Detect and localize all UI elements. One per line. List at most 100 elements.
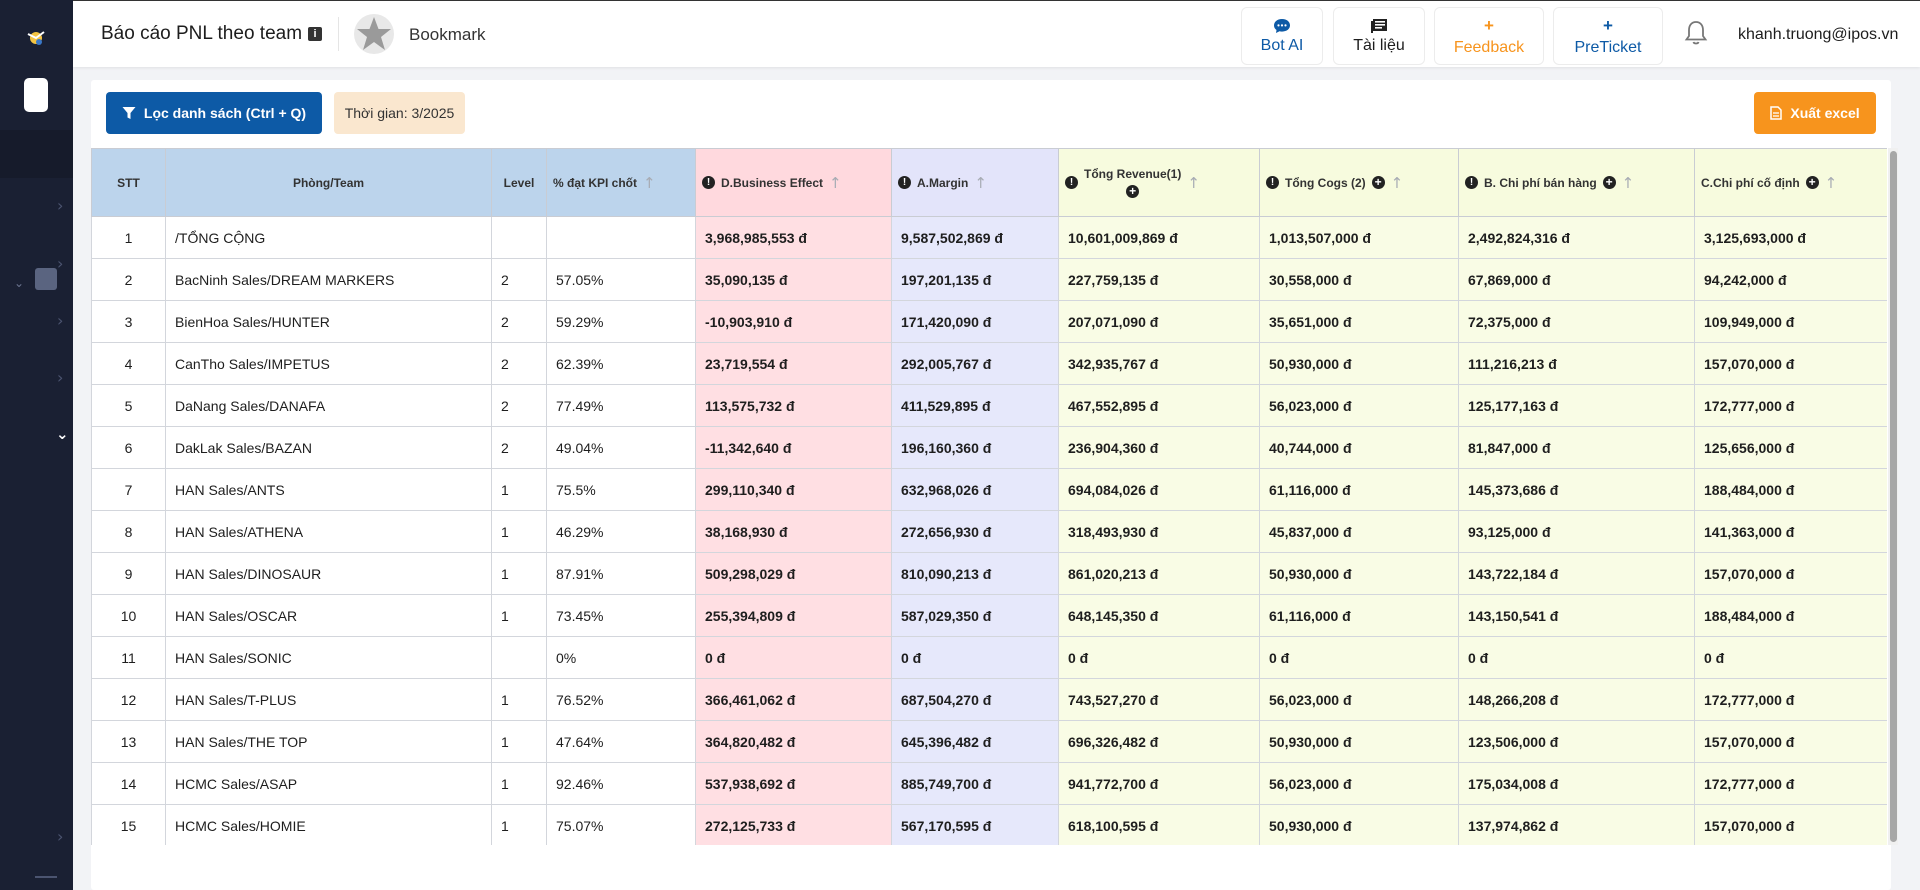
- col-label: Level: [503, 175, 535, 190]
- bot-ai-label: Bot AI: [1260, 36, 1304, 54]
- col-header-kpi[interactable]: % đạt KPI chốt ↑: [546, 148, 696, 217]
- cell-stt: 9: [91, 552, 166, 595]
- chevron-right-icon[interactable]: ›: [57, 311, 63, 330]
- chevron-right-icon[interactable]: ›: [57, 196, 63, 215]
- cell-fixed-cost: 188,484,000 đ: [1694, 594, 1887, 637]
- expand-plus-icon[interactable]: +: [1126, 185, 1140, 198]
- expand-plus-icon[interactable]: +: [1371, 176, 1385, 189]
- table-row[interactable]: 5 DaNang Sales/DANAFA 2 77.49% 113,575,732 đ…: [91, 384, 1887, 427]
- export-label: Xuất excel: [1790, 105, 1860, 121]
- chevron-right-icon[interactable]: ›: [57, 827, 63, 846]
- table-row[interactable]: 10 HAN Sales/OSCAR 1 73.45% 255,394,809 đ 587…: [91, 594, 1887, 637]
- cell-kpi: [546, 216, 696, 259]
- table-body: 1/TỔNG CỘNG 3,968,985,553 đ 9,587,502,869 …: [91, 216, 1887, 845]
- cell-team: HCMC Sales/ASAP: [165, 762, 492, 805]
- cell-business-effect: 3,968,985,553 đ: [695, 216, 892, 259]
- plus-icon: +: [1484, 15, 1494, 35]
- table-row[interactable]: 1/TỔNG CỘNG 3,968,985,553 đ 9,587,502,869 …: [91, 216, 1887, 259]
- sidebar-active-item[interactable]: [24, 78, 48, 112]
- preticket-button[interactable]: + PreTicket: [1553, 7, 1663, 65]
- col-header-stt[interactable]: STT: [91, 148, 166, 217]
- col-label: B. Chi phí bán hàng: [1484, 175, 1597, 190]
- scrollbar-thumb[interactable]: [1890, 151, 1897, 842]
- filter-button[interactable]: Lọc danh sách (Ctrl + Q): [106, 92, 322, 134]
- col-header-level[interactable]: Level: [491, 148, 547, 217]
- col-header-sales-cost[interactable]: ! B. Chi phí bán hàng + ↑: [1458, 148, 1695, 217]
- table-row[interactable]: 2 BacNinh Sales/DREAM MARKERS 2 57.05% 35,09…: [91, 258, 1887, 301]
- expand-plus-icon[interactable]: +: [1602, 176, 1616, 189]
- col-header-team[interactable]: Phòng/Team: [165, 148, 492, 217]
- sort-arrow-icon[interactable]: ↑: [643, 174, 656, 192]
- export-excel-button[interactable]: Xuất excel: [1754, 92, 1876, 134]
- table-row[interactable]: 6 DakLak Sales/BAZAN 2 49.04% -11,342,640 đ1…: [91, 426, 1887, 469]
- table-row[interactable]: 13 HAN Sales/THE TOP 1 47.64% 364,820,482 đ6…: [91, 720, 1887, 763]
- cell-kpi: 0%: [546, 636, 696, 679]
- chevron-down-icon[interactable]: ⌄: [14, 276, 24, 290]
- sort-arrow-icon[interactable]: ↑: [1391, 174, 1404, 192]
- bookmark-label[interactable]: Bookmark: [409, 25, 486, 45]
- preticket-label: PreTicket: [1574, 38, 1642, 56]
- sort-arrow-icon[interactable]: ↑: [829, 174, 842, 192]
- cell-revenue: 342,935,767 đ: [1058, 342, 1260, 385]
- cell-kpi: 75.5%: [546, 468, 696, 511]
- cell-margin: 272,656,930 đ: [891, 510, 1059, 553]
- feedback-button[interactable]: + Feedback: [1434, 7, 1544, 65]
- chart-icon[interactable]: [35, 268, 57, 290]
- cell-cogs: 50,930,000 đ: [1259, 342, 1459, 385]
- app-logo-icon[interactable]: [25, 27, 47, 49]
- cell-cogs: 45,837,000 đ: [1259, 510, 1459, 553]
- cell-kpi: 77.49%: [546, 384, 696, 427]
- col-header-margin[interactable]: ! A.Margin ↑: [891, 148, 1059, 217]
- table-row[interactable]: 15 HCMC Sales/HOMIE 1 75.07% 272,125,733 đ 56…: [91, 804, 1887, 845]
- tai-lieu-button[interactable]: Tài liệu: [1333, 7, 1425, 65]
- cell-team: DaNang Sales/DANAFA: [165, 384, 492, 427]
- sort-arrow-icon[interactable]: ↑: [974, 174, 987, 192]
- menu-icon[interactable]: [35, 876, 57, 879]
- pnl-table-container[interactable]: STT Phòng/Team Level % đạt KPI chốt ↑ ! D.…: [91, 148, 1887, 845]
- table-row[interactable]: 12 HAN Sales/T-PLUS 1 76.52% 366,461,062 đ 68…: [91, 678, 1887, 721]
- col-header-fixed-cost[interactable]: C.Chi phí cố định + ↑: [1694, 148, 1887, 217]
- bot-ai-button[interactable]: Bot AI: [1241, 7, 1323, 65]
- alert-icon[interactable]: !: [1266, 176, 1279, 189]
- chevron-right-icon[interactable]: ›: [57, 368, 63, 387]
- table-row[interactable]: 11 HAN Sales/SONIC 0% 0 đ0 đ0 đ0 đ0 đ0 đ: [91, 636, 1887, 679]
- cell-team: HAN Sales/SONIC: [165, 636, 492, 679]
- cell-team: /TỔNG CỘNG: [165, 216, 492, 259]
- table-row[interactable]: 4 CanTho Sales/IMPETUS 2 62.39% 23,719,554 đ…: [91, 342, 1887, 385]
- cell-fixed-cost: 188,484,000 đ: [1694, 468, 1887, 511]
- cell-fixed-cost: 157,070,000 đ: [1694, 804, 1887, 845]
- cell-revenue: 236,904,360 đ: [1058, 426, 1260, 469]
- cell-fixed-cost: 157,070,000 đ: [1694, 720, 1887, 763]
- expand-plus-icon[interactable]: +: [1805, 176, 1819, 189]
- cell-sales-cost: 2,492,824,316 đ: [1458, 216, 1695, 259]
- alert-icon[interactable]: !: [1065, 176, 1078, 189]
- table-row[interactable]: 7 HAN Sales/ANTS 1 75.5% 299,110,340 đ 632,96…: [91, 468, 1887, 511]
- col-header-revenue[interactable]: ! Tổng Revenue(1) + ↑: [1058, 148, 1260, 217]
- sidebar-menu-group[interactable]: ⌄: [0, 130, 73, 290]
- cell-level: 1: [491, 720, 547, 763]
- cell-stt: 7: [91, 468, 166, 511]
- cell-revenue: 861,020,213 đ: [1058, 552, 1260, 595]
- table-row[interactable]: 3 BienHoa Sales/HUNTER 2 59.29% -10,903,910 …: [91, 300, 1887, 343]
- sort-arrow-icon[interactable]: ↑: [1187, 174, 1200, 192]
- cell-sales-cost: 81,847,000 đ: [1458, 426, 1695, 469]
- col-header-business-effect[interactable]: ! D.Business Effect ↑: [695, 148, 892, 217]
- bell-icon[interactable]: [1684, 19, 1708, 47]
- sort-arrow-icon[interactable]: ↑: [1825, 174, 1838, 192]
- cell-margin: 885,749,700 đ: [891, 762, 1059, 805]
- chevron-right-icon[interactable]: ›: [57, 254, 63, 273]
- table-row[interactable]: 9 HAN Sales/DINOSAUR 1 87.91% 509,298,029 đ8…: [91, 552, 1887, 595]
- star-icon[interactable]: [353, 13, 395, 55]
- col-header-cogs[interactable]: ! Tổng Cogs (2) + ↑: [1259, 148, 1459, 217]
- chevron-down-icon[interactable]: ⌄: [56, 425, 69, 443]
- info-icon[interactable]: i: [308, 27, 323, 41]
- table-row[interactable]: 14 HCMC Sales/ASAP 1 92.46% 537,938,692 đ 885…: [91, 762, 1887, 805]
- cell-stt: 11: [91, 636, 166, 679]
- sort-arrow-icon[interactable]: ↑: [1622, 174, 1635, 192]
- time-badge[interactable]: Thời gian: 3/2025: [334, 92, 465, 134]
- alert-icon[interactable]: !: [702, 176, 715, 189]
- user-email[interactable]: khanh.truong@ipos.vn: [1738, 26, 1898, 44]
- alert-icon[interactable]: !: [898, 176, 911, 189]
- alert-icon[interactable]: !: [1465, 176, 1478, 189]
- table-row[interactable]: 8 HAN Sales/ATHENA 1 46.29% 38,168,930 đ 272,…: [91, 510, 1887, 553]
